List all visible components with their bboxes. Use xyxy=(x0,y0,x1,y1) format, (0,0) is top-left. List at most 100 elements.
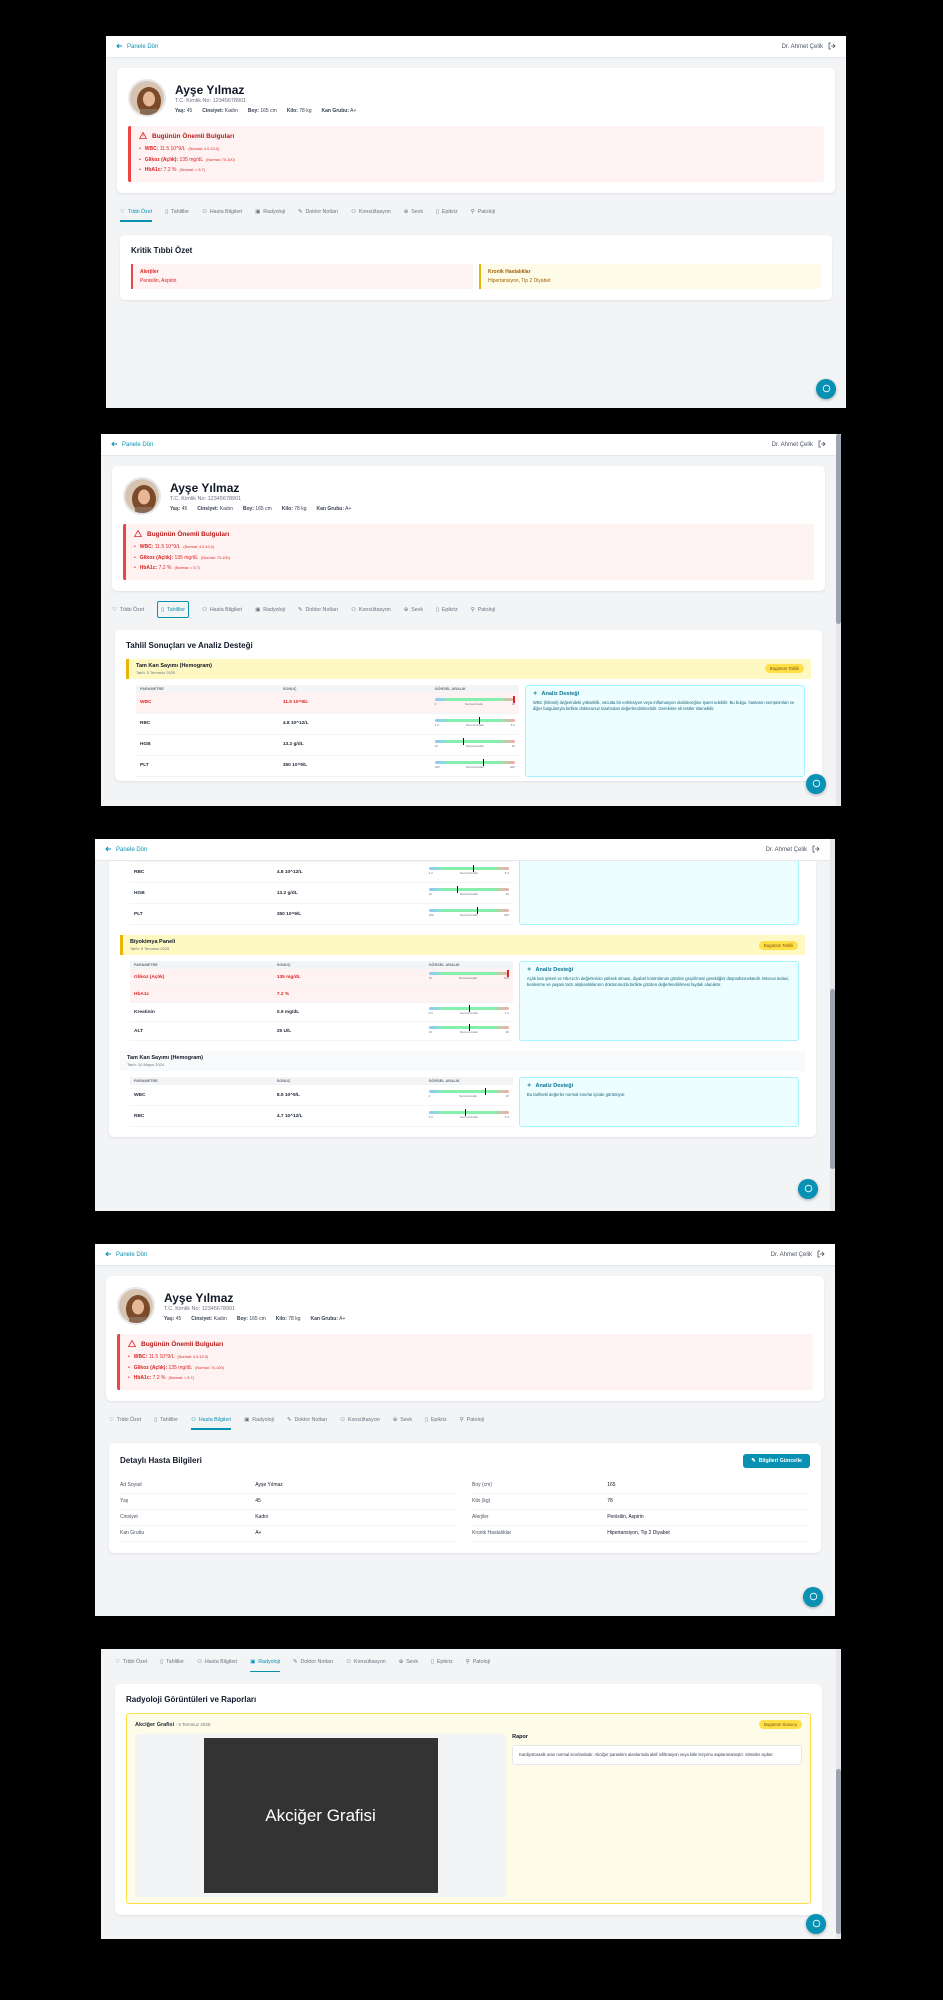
back-link[interactable]: Panele Dön xyxy=(111,441,153,449)
document-icon: ▯ xyxy=(160,1659,164,1665)
lab-table: PARAMETRE SONUÇ GÖRSEL ARALIK WBC 11.5 10^9… xyxy=(136,684,519,777)
patient-tc: T.C. Kimlik No: 12345678901 xyxy=(164,1305,236,1312)
tab-summary[interactable]: ♡ Tıbbi Özet xyxy=(112,600,144,620)
chat-button[interactable] xyxy=(803,1587,823,1607)
tab-epicrisis[interactable]: ▯ Epikriz xyxy=(431,1652,453,1672)
screen-radiology: ♡ Tıbbi Özet ▯ Tahliller ⚇ Hasta Bilgileri … xyxy=(101,1649,841,1939)
tab-radiology[interactable]: ▣ Radyoloji xyxy=(255,202,285,222)
tab-doctor-notes[interactable]: ✎ Doktor Notları xyxy=(298,600,338,620)
tab-referral[interactable]: ⊕ Sevk xyxy=(399,1652,418,1672)
image-icon: ▣ xyxy=(255,208,261,215)
tab-consultation[interactable]: ⚇ Konsültasyon xyxy=(340,1410,380,1430)
tab-doctor-notes[interactable]: ✎ Doktor Notları xyxy=(287,1410,327,1430)
microscope-icon: ⚲ xyxy=(459,1416,464,1423)
xray-image: Akciğer Grafisi xyxy=(203,1738,438,1893)
chronic-box: Kronik Hastalıklar Hipertansiyon, Tip 2 D… xyxy=(479,263,821,289)
file-icon: ▯ xyxy=(424,1416,428,1423)
finding-item: Glikoz (Açlık): 135 mg/dL(Normal: 70-100… xyxy=(139,155,816,166)
tab-consultation[interactable]: ⚇ Konsültasyon xyxy=(351,600,391,620)
tab-patient-info[interactable]: ⚇ Hasta Bilgileri xyxy=(191,1410,232,1430)
share-icon: ⊕ xyxy=(403,606,409,613)
patient-stats: Yaş: 45 Cinsiyet: Kadın Boy: 165 cm Kilo… xyxy=(164,1315,346,1322)
logout-icon[interactable] xyxy=(828,42,836,52)
table-row: RBC 4.7 10^12/L 4.2 Normal Aralık 5.4 xyxy=(130,1106,513,1127)
tab-pathology[interactable]: ⚲ Patoloji xyxy=(471,600,495,620)
xray-viewer[interactable]: Akciğer Grafisi xyxy=(135,1734,507,1897)
tab-epicrisis[interactable]: ▯ Epikriz xyxy=(425,1410,447,1430)
scrollbar[interactable] xyxy=(830,839,835,1211)
logout-icon[interactable] xyxy=(817,1250,825,1260)
tab-labs[interactable]: ▯ Tahliller xyxy=(154,1410,178,1430)
important-findings-alert: Bugünün Önemli Bulguları WBC: 11.5 10^9/… xyxy=(128,126,824,182)
tab-patient-info[interactable]: ⚇ Hasta Bilgileri xyxy=(202,600,242,620)
table-row: HbA1c 7.2 % xyxy=(130,986,513,1003)
arrow-left-icon xyxy=(105,846,112,854)
logout-icon[interactable] xyxy=(812,845,820,855)
patient-name: Ayşe Yılmaz xyxy=(175,82,245,97)
tab-pathology[interactable]: ⚲ Patoloji xyxy=(460,1410,484,1430)
share-icon: ⊕ xyxy=(398,1659,404,1665)
microscope-icon: ⚲ xyxy=(470,208,475,215)
important-findings-alert: Bugünün Önemli Bulguları WBC: 11.5 10^9/… xyxy=(117,1334,813,1390)
tab-radiology[interactable]: ▣ Radyoloji xyxy=(250,1652,280,1672)
share-icon: ⊕ xyxy=(403,208,409,215)
edit-icon: ✎ xyxy=(751,1457,756,1464)
tab-epicrisis[interactable]: ▯ Epikriz xyxy=(436,202,458,222)
tab-radiology[interactable]: ▣ Radyoloji xyxy=(244,1410,274,1430)
screen-patient-info: Panele Dön Dr. Ahmet Çelik Ayşe Yılmaz T… xyxy=(95,1244,835,1616)
tab-pathology[interactable]: ⚲ Patoloji xyxy=(471,202,495,222)
tab-referral[interactable]: ⊕ Sevk xyxy=(393,1410,412,1430)
avatar xyxy=(117,1287,155,1325)
arrow-left-icon xyxy=(105,1251,112,1259)
notes-icon: ✎ xyxy=(298,208,303,215)
heart-icon: ♡ xyxy=(120,208,125,215)
back-link[interactable]: Panele Dön xyxy=(116,43,158,51)
warning-icon xyxy=(138,131,148,141)
back-link[interactable]: Panele Dön xyxy=(105,846,147,854)
table-row: HGB 13.2 g/dL 12 Normal Aralık 16 xyxy=(130,883,513,904)
tab-epicrisis[interactable]: ▯ Epikriz xyxy=(436,600,458,620)
tab-patient-info[interactable]: ⚇ Hasta Bilgileri xyxy=(197,1652,237,1672)
back-link[interactable]: Panele Dön xyxy=(105,1251,147,1259)
table-row: PLT 350 10^9/L 150 Normal Aralık 400 xyxy=(130,904,513,925)
tab-labs[interactable]: ▯ Tahliller xyxy=(160,1652,184,1672)
sparkle-icon: ✧ xyxy=(532,690,538,697)
tab-labs[interactable]: ▯ Tahliller xyxy=(157,601,190,618)
notes-icon: ✎ xyxy=(287,1416,292,1423)
chat-button[interactable] xyxy=(798,1179,818,1199)
chat-icon xyxy=(812,1915,821,1933)
tab-labs[interactable]: ▯ Tahliller xyxy=(165,202,189,222)
chat-button[interactable] xyxy=(816,379,836,399)
sparkle-icon: ✧ xyxy=(526,967,532,973)
tab-radiology[interactable]: ▣ Radyoloji xyxy=(255,600,285,620)
tab-patient-info[interactable]: ⚇ Hasta Bilgileri xyxy=(202,202,242,222)
tab-doctor-notes[interactable]: ✎ Doktor Notları xyxy=(298,202,338,222)
tab-referral[interactable]: ⊕ Sevk xyxy=(404,600,423,620)
table-row: Kreatinin 0.9 mg/dL 0.6 Normal Aralık 1.2 xyxy=(130,1003,513,1022)
tab-summary[interactable]: ♡ Tıbbi Özet xyxy=(109,1410,141,1430)
document-icon: ▯ xyxy=(154,1416,158,1423)
radiology-item: Akciğer Grafisi - 5 Temmuz 2025 Bugünün … xyxy=(126,1713,811,1904)
patient-tc: T.C. Kimlik No: 12345678901 xyxy=(170,495,242,502)
chat-button[interactable] xyxy=(806,1914,826,1934)
heart-icon: ♡ xyxy=(109,1416,114,1423)
image-icon: ▣ xyxy=(250,1659,256,1665)
scrollbar[interactable] xyxy=(836,1649,841,1939)
tab-doctor-notes[interactable]: ✎ Doktor Notları xyxy=(293,1652,333,1672)
tab-consultation[interactable]: ⚇ Konsültasyon xyxy=(351,202,391,222)
allergies-box: Alerjiler Penisilin, Aspirin xyxy=(131,263,473,289)
tab-summary[interactable]: ♡ Tıbbi Özet xyxy=(115,1652,147,1672)
user-icon: ⚇ xyxy=(202,208,207,215)
tab-summary[interactable]: ♡ Tıbbi Özet xyxy=(120,202,153,222)
update-info-button[interactable]: ✎ Bilgileri Güncelle xyxy=(743,1453,810,1468)
scrollbar[interactable] xyxy=(836,434,841,806)
logout-icon[interactable] xyxy=(818,440,826,450)
tab-referral[interactable]: ⊕ Sevk xyxy=(404,202,423,222)
chat-button[interactable] xyxy=(806,774,826,794)
tab-consultation[interactable]: ⚇ Konsültasyon xyxy=(346,1652,386,1672)
radiology-card: Radyoloji Görüntüleri ve Raporları Akciğ… xyxy=(115,1684,822,1915)
notes-icon: ✎ xyxy=(298,606,303,613)
tab-pathology[interactable]: ⚲ Patoloji xyxy=(466,1652,490,1672)
section-title: Tahlil Sonuçları ve Analiz Desteği xyxy=(126,640,253,650)
critical-summary-card: Kritik Tıbbi Özet Alerjiler Penisilin, As… xyxy=(120,234,832,300)
